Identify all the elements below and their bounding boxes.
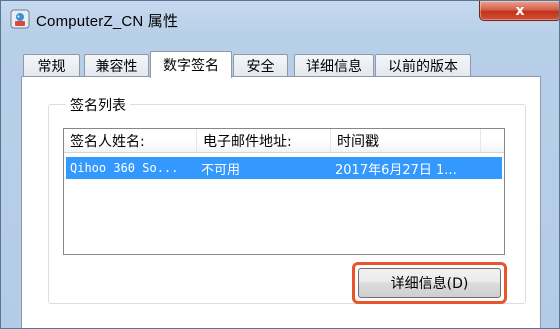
title-bar[interactable]: ComputerZ_CN 属性 x [1, 1, 559, 39]
signature-listview[interactable]: 签名人姓名: 电子邮件地址: 时间戳 Qihoo 360 So... 不可用 2… [63, 128, 505, 255]
signer-name-cell: Qihoo 360 So... [70, 161, 179, 175]
group-label: 签名列表 [66, 95, 130, 115]
close-icon: x [515, 2, 525, 19]
app-icon [10, 9, 30, 29]
tab-digital-signatures[interactable]: 数字签名 [150, 51, 232, 78]
tab-previous-versions[interactable]: 以前的版本 [375, 54, 471, 77]
window-title: ComputerZ_CN 属性 [36, 13, 179, 30]
close-button[interactable]: x [479, 1, 559, 21]
tab-general[interactable]: 常规 [23, 54, 80, 77]
tab-strip: 常规 兼容性 数字签名 安全 详细信息 以前的版本 [21, 51, 541, 78]
tab-details[interactable]: 详细信息 [294, 54, 374, 77]
details-button-label: 详细信息(D) [390, 276, 469, 292]
email-cell: 不可用 [201, 162, 241, 178]
column-header-timestamp[interactable]: 时间戳 [331, 129, 481, 153]
column-header-email[interactable]: 电子邮件地址: [197, 129, 331, 153]
list-header: 签名人姓名: 电子邮件地址: 时间戳 [64, 129, 504, 153]
timestamp-cell: 2017年6月27日 1... [335, 162, 457, 178]
properties-window: ComputerZ_CN 属性 x 常规 兼容性 数字签名 安全 详细信息 以前… [0, 0, 560, 329]
tab-security[interactable]: 安全 [233, 54, 288, 77]
tab-compatibility[interactable]: 兼容性 [84, 54, 149, 77]
details-button[interactable]: 详细信息(D) [358, 268, 501, 298]
column-header-signer[interactable]: 签名人姓名: [64, 129, 197, 153]
table-row[interactable]: Qihoo 360 So... 不可用 2017年6月27日 1... [66, 157, 502, 179]
